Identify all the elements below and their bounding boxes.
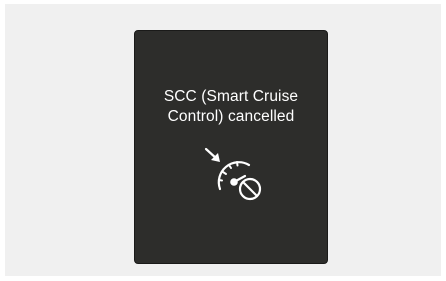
scc-cancelled-icon	[204, 147, 262, 201]
image-frame: SCC (Smart Cruise Control) cancelled	[5, 4, 441, 276]
cancel-prohibition-icon	[238, 177, 262, 201]
pointer-arrow-icon	[204, 147, 220, 162]
cluster-display-panel: SCC (Smart Cruise Control) cancelled	[134, 30, 328, 264]
scc-cancelled-message: SCC (Smart Cruise Control) cancelled	[163, 88, 299, 125]
